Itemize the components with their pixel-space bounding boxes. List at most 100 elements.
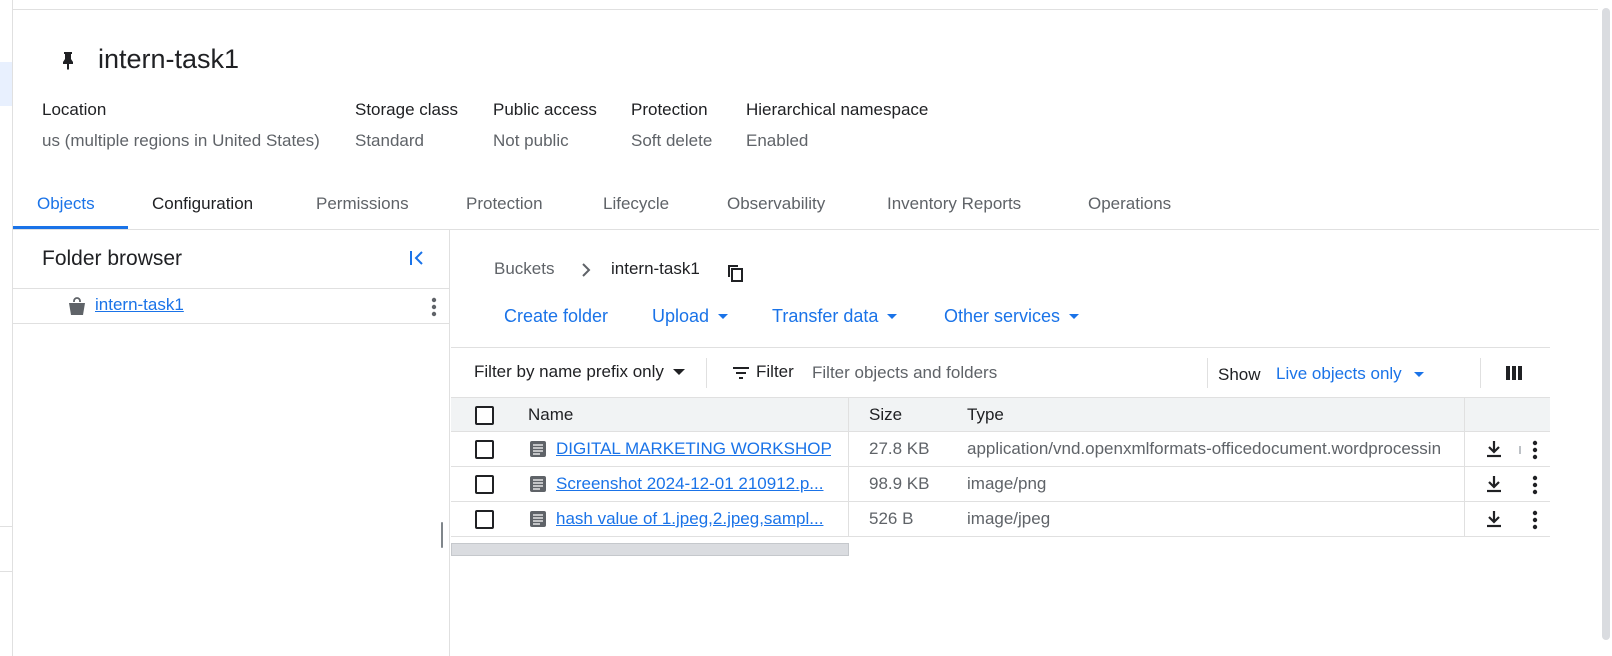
tab-protection[interactable]: Protection — [466, 194, 543, 214]
page-scrollbar[interactable] — [1598, 0, 1612, 656]
tab-observability[interactable]: Observability — [727, 194, 825, 214]
tab-permissions[interactable]: Permissions — [316, 194, 409, 214]
collapse-panel-icon[interactable] — [407, 247, 429, 269]
meta-value: Not public — [493, 131, 569, 150]
column-header-name[interactable]: Name — [528, 405, 573, 425]
column-separator — [1464, 432, 1465, 467]
left-nav-selected[interactable] — [0, 62, 12, 106]
meta-protection: Protection Soft delete — [631, 100, 712, 151]
upload-button[interactable]: Upload — [652, 306, 729, 327]
row-checkbox[interactable] — [475, 510, 494, 529]
tab-lifecycle[interactable]: Lifecycle — [603, 194, 669, 214]
tab-operations[interactable]: Operations — [1088, 194, 1171, 214]
page-scrollbar-thumb[interactable] — [1602, 8, 1610, 640]
meta-hierarchical-namespace: Hierarchical namespace Enabled — [746, 100, 928, 151]
table-header-row: Name Size Type — [451, 397, 1550, 433]
object-size: 27.8 KB — [869, 439, 930, 458]
file-icon — [530, 441, 546, 457]
other-services-label: Other services — [944, 306, 1061, 326]
meta-location: Location us (multiple regions in United … — [42, 100, 320, 151]
bucket-icon — [69, 297, 85, 315]
filter-mode-label: Filter by name prefix only — [474, 362, 664, 381]
meta-value: us (multiple regions in United States) — [42, 131, 320, 150]
table-row[interactable]: Screenshot 2024-12-01 210912.p... 98.9 K… — [451, 467, 1550, 502]
divider — [1207, 358, 1208, 388]
download-icon[interactable] — [1484, 439, 1504, 459]
column-header-type[interactable]: Type — [967, 405, 1004, 425]
show-objects-select[interactable]: Live objects only — [1276, 364, 1424, 384]
divider — [0, 526, 12, 527]
column-display-icon[interactable] — [1505, 364, 1523, 382]
folder-tree-link[interactable]: intern-task1 — [95, 295, 184, 315]
object-name-link[interactable]: Screenshot 2024-12-01 210912.p... — [556, 474, 831, 494]
breadcrumb-current: intern-task1 — [611, 259, 700, 278]
meta-label: Hierarchical namespace — [746, 100, 929, 119]
column-separator — [1464, 502, 1465, 537]
meta-label: Public access — [493, 100, 597, 119]
download-icon[interactable] — [1484, 474, 1504, 494]
column-separator — [848, 502, 849, 537]
more-vert-icon[interactable] — [1532, 440, 1538, 460]
meta-public-access: Public access Not public — [493, 100, 597, 151]
objects-table: Name Size Type DIGITAL MARKETING WORKSHO… — [451, 397, 1550, 537]
meta-label: Protection — [631, 100, 708, 119]
table-row[interactable]: hash value of 1.jpeg,2.jpeg,sampl... 526… — [451, 502, 1550, 537]
breadcrumb-buckets[interactable]: Buckets — [494, 259, 554, 279]
column-separator — [1464, 467, 1465, 502]
file-icon — [530, 511, 546, 527]
tab-objects[interactable]: Objects — [37, 194, 95, 214]
copy-icon[interactable] — [726, 263, 746, 283]
table-row[interactable]: DIGITAL MARKETING WORKSHOP... 27.8 KB ap… — [451, 432, 1550, 467]
divider — [706, 358, 707, 388]
page-title: intern-task1 — [98, 44, 240, 74]
folder-tree-item[interactable]: intern-task1 — [13, 288, 450, 324]
more-vert-icon[interactable] — [1532, 510, 1538, 530]
show-objects-value: Live objects only — [1276, 364, 1402, 383]
download-icon[interactable] — [1484, 509, 1504, 529]
divider — [1480, 358, 1481, 388]
pin-icon[interactable] — [56, 48, 80, 72]
object-size: 98.9 KB — [869, 474, 930, 493]
more-vert-icon[interactable] — [431, 297, 437, 317]
caret-down-icon — [672, 369, 685, 375]
divider — [13, 9, 1612, 10]
filter-bar: Filter by name prefix only Filter Show L… — [451, 347, 1550, 398]
file-icon — [530, 476, 546, 492]
row-checkbox[interactable] — [475, 475, 494, 494]
select-all-checkbox[interactable] — [475, 406, 494, 425]
table-horizontal-scrollbar[interactable] — [451, 543, 849, 556]
left-nav-strip — [0, 0, 13, 656]
caret-down-icon — [1069, 314, 1080, 319]
column-header-size[interactable]: Size — [869, 405, 902, 425]
bucket-header: intern-task1 — [56, 44, 239, 75]
meta-storage-class: Storage class Standard — [355, 100, 458, 151]
divider — [0, 571, 12, 572]
other-services-button[interactable]: Other services — [944, 306, 1080, 327]
object-name-link[interactable]: hash value of 1.jpeg,2.jpeg,sampl... — [556, 509, 831, 529]
meta-value: Enabled — [746, 131, 809, 150]
object-size: 526 B — [869, 509, 914, 528]
tab-configuration[interactable]: Configuration — [152, 194, 253, 214]
caret-down-icon — [887, 314, 898, 319]
filter-mode-select[interactable]: Filter by name prefix only — [474, 362, 685, 382]
object-type: image/png — [967, 474, 1047, 493]
transfer-data-button[interactable]: Transfer data — [772, 306, 898, 327]
meta-value: Soft delete — [631, 131, 713, 150]
more-vert-icon[interactable] — [1532, 475, 1538, 495]
column-separator — [848, 467, 849, 502]
object-name-link[interactable]: DIGITAL MARKETING WORKSHOP... — [556, 439, 831, 459]
column-separator — [1464, 398, 1465, 433]
row-checkbox[interactable] — [475, 440, 494, 459]
meta-value: Standard — [355, 131, 424, 150]
filter-input[interactable] — [812, 360, 1192, 386]
caret-down-icon — [718, 314, 729, 319]
folder-browser-title: Folder browser — [42, 247, 183, 270]
column-separator — [848, 432, 849, 467]
object-type: image/jpeg — [967, 509, 1051, 528]
tab-inventory-reports[interactable]: Inventory Reports — [887, 194, 1021, 214]
pane-resize-handle[interactable] — [441, 522, 443, 548]
tab-bar: Objects Configuration Permissions Protec… — [13, 186, 1599, 230]
create-folder-button[interactable]: Create folder — [504, 306, 608, 327]
folder-browser-panel: Folder browser intern-task1 — [13, 230, 450, 656]
transfer-data-label: Transfer data — [772, 306, 879, 326]
